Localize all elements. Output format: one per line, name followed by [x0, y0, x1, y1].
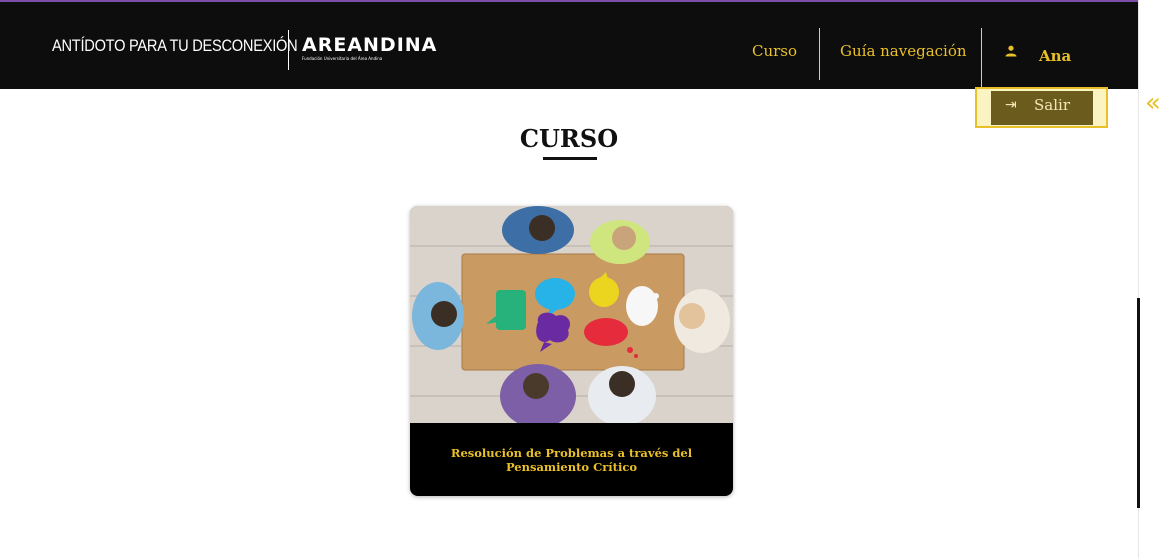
brand-tagline: ANTÍDOTO PARA TU DESCONEXIÓN	[52, 36, 298, 55]
top-navbar: ANTÍDOTO PARA TU DESCONEXIÓN AREANDINA F…	[0, 0, 1138, 90]
user-dropdown-menu: ⇥ Salir	[975, 87, 1108, 128]
logout-label: Salir	[1034, 96, 1070, 114]
scrollbar-thumb[interactable]	[1137, 298, 1140, 508]
nav-divider	[981, 28, 982, 90]
user-icon[interactable]	[1005, 45, 1017, 57]
nav-link-guia-navegacion[interactable]: Guía navegación	[840, 42, 967, 60]
page-title: CURSO	[519, 124, 619, 153]
logo-wordmark: AREANDINA	[302, 34, 438, 56]
course-image	[410, 206, 733, 423]
course-caption: Resolución de Problemas a través del Pen…	[410, 423, 733, 496]
course-title: Resolución de Problemas a través del Pen…	[450, 445, 693, 474]
logo-subtext: Fundación Universitaria del Área Andina	[302, 56, 383, 61]
nav-divider	[819, 28, 820, 80]
logout-icon: ⇥	[1005, 97, 1017, 113]
user-menu-name[interactable]: Ana	[1039, 47, 1071, 65]
title-underline	[543, 157, 597, 160]
brand-divider	[288, 30, 289, 70]
double-chevron-left-icon[interactable]: «	[1145, 88, 1161, 118]
nav-link-curso[interactable]: Curso	[752, 42, 797, 60]
logout-button[interactable]: ⇥ Salir	[991, 91, 1093, 125]
course-card[interactable]: Resolución de Problemas a través del Pen…	[410, 206, 733, 496]
areandina-logo[interactable]: AREANDINA Fundación Universitaria del Ár…	[302, 34, 438, 66]
